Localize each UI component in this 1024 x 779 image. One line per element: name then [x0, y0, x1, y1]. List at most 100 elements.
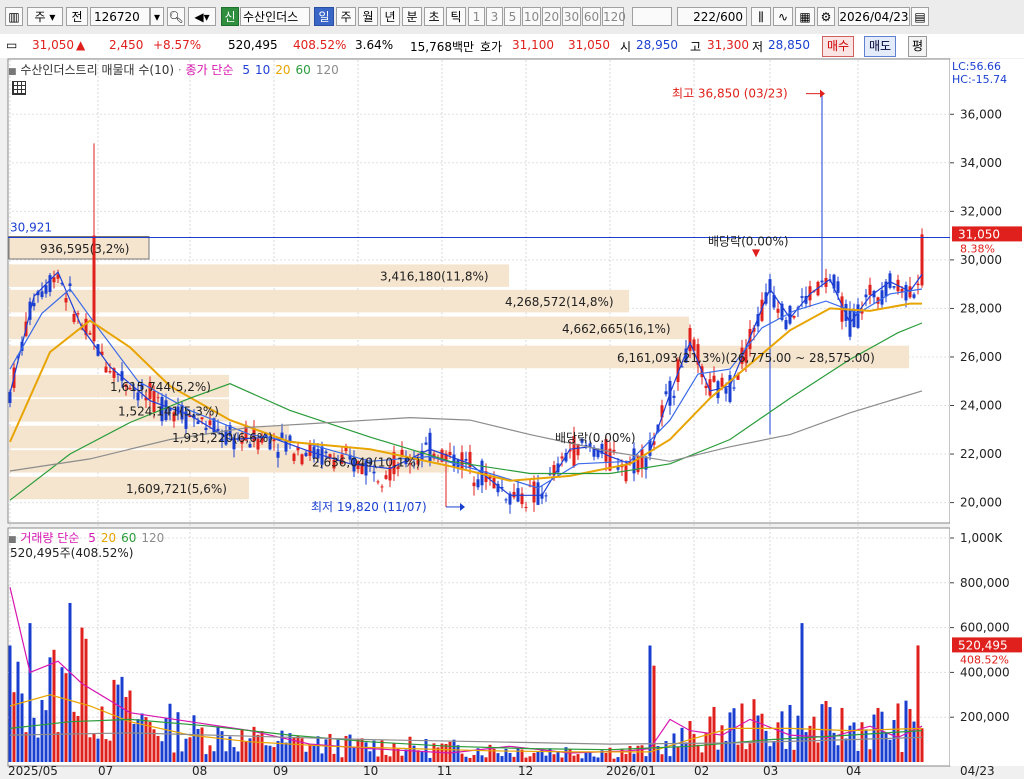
volume-bar	[36, 737, 40, 762]
stock-name[interactable]: 수산인더스	[240, 7, 310, 26]
grid-toggle-icon[interactable]	[12, 81, 26, 95]
minute-4[interactable]: 20	[542, 7, 561, 26]
open-price: 28,950	[636, 38, 678, 52]
candle-body	[308, 444, 312, 456]
type-select-value: 주	[34, 10, 46, 24]
period-6[interactable]: 틱	[446, 7, 466, 26]
volume-bar	[740, 703, 744, 762]
candle-body	[784, 320, 788, 330]
minute-7[interactable]: 120	[602, 7, 626, 26]
volume-bar	[64, 673, 68, 762]
volume-bar	[268, 745, 272, 762]
custom-interval-input[interactable]	[632, 7, 672, 26]
x-axis-label: 03	[763, 764, 778, 778]
volume-bar	[832, 732, 836, 762]
quote-menu-icon[interactable]: ▭	[6, 38, 34, 52]
volume-bar	[484, 757, 488, 762]
period-4[interactable]: 분	[402, 7, 422, 26]
period-0[interactable]: 일	[314, 7, 334, 26]
speaker-icon[interactable]: ◀▾	[188, 7, 216, 26]
candle-body	[448, 451, 452, 456]
period-1[interactable]: 주	[336, 7, 356, 26]
volume-bar	[256, 734, 260, 762]
volume-bar	[260, 731, 264, 762]
chart-layout-icon[interactable]: ▥	[5, 7, 23, 26]
volume-bar	[516, 748, 520, 762]
minute-1[interactable]: 3	[486, 7, 503, 26]
date-input[interactable]: 2026/04/23	[838, 7, 910, 26]
last-volume-text: 520,495	[958, 638, 1008, 652]
volume-profile-label: 4,662,665(16,1%)	[562, 322, 671, 336]
volume-bar	[632, 753, 636, 762]
type-select[interactable]: 주 ▾	[27, 7, 63, 26]
volume-bar	[672, 733, 676, 762]
x-axis-label: 09	[273, 764, 288, 778]
price-tick-label: 22,000	[960, 447, 1002, 461]
stock-chart[interactable]: 36,00034,00032,00030,00028,00026,00024,0…	[0, 58, 1024, 779]
reference-line-label: 30,921	[10, 221, 52, 235]
volume-bar	[280, 730, 284, 762]
avg-button[interactable]: 평	[908, 36, 928, 57]
buy-button[interactable]: 매수	[822, 36, 855, 57]
candle-body	[624, 465, 628, 482]
sell-button[interactable]: 매도	[864, 36, 897, 57]
price-tick-label: 34,000	[960, 156, 1002, 170]
volume-bar	[532, 752, 536, 762]
volume-bar	[744, 749, 748, 762]
count-total: /600	[716, 10, 743, 24]
candle-body	[544, 495, 548, 497]
minute-5[interactable]: 30	[562, 7, 581, 26]
period-2[interactable]: 월	[358, 7, 378, 26]
minute-0[interactable]: 1	[468, 7, 485, 26]
volume-bar	[764, 730, 768, 762]
calendar-icon[interactable]: ▤	[911, 7, 929, 26]
prev-button[interactable]: 전	[66, 7, 88, 26]
volume-bar	[816, 742, 820, 762]
volume-bar	[304, 751, 308, 762]
minute-2[interactable]: 5	[504, 7, 521, 26]
volume-bar	[876, 707, 880, 762]
grid-icon[interactable]: ▦	[795, 7, 815, 26]
new-badge[interactable]: 신	[221, 7, 239, 26]
volume-bar	[372, 740, 376, 762]
candle-body	[380, 486, 384, 488]
candle-body	[892, 286, 896, 288]
volume-bar	[452, 739, 456, 762]
code-dropdown-icon[interactable]: ▾	[150, 7, 164, 26]
volume-ma-legend-2: 60	[121, 531, 137, 545]
volume-tick-label: 1,000K	[960, 531, 1003, 545]
candle-icon[interactable]: ⫼	[751, 7, 771, 26]
count-value: 222	[693, 10, 717, 24]
candle-body	[272, 439, 276, 442]
volume-bar	[852, 722, 856, 762]
period-3[interactable]: 년	[380, 7, 400, 26]
volume-bar	[472, 754, 476, 762]
candle-body	[888, 273, 892, 288]
candle-body	[732, 387, 736, 389]
search-icon[interactable]: 🔍︎	[167, 7, 185, 26]
gear-icon[interactable]: ⚙	[817, 7, 835, 26]
volume-legend-title: 거래량 단순	[20, 531, 80, 545]
volume-bar	[388, 756, 392, 762]
candle-body	[156, 397, 160, 399]
volume-bar	[596, 757, 600, 762]
volume-bar	[748, 743, 752, 762]
period-5[interactable]: 초	[424, 7, 444, 26]
code-input[interactable]: 126720	[90, 7, 150, 26]
candle-body	[664, 391, 668, 395]
ma-legend-1: 10	[254, 63, 271, 77]
minute-3[interactable]: 10	[522, 7, 541, 26]
volume-bar	[888, 739, 892, 762]
volume-bar	[424, 739, 428, 762]
ma-legend-values: 5 10 20 60 120	[237, 63, 338, 77]
candle-body	[532, 481, 536, 503]
volume-bar	[188, 737, 192, 762]
volume-bar	[844, 738, 848, 762]
minute-6[interactable]: 60	[582, 7, 601, 26]
candle-body	[904, 284, 908, 301]
dividend-annotation-2: 배당락(0.00%)	[555, 431, 636, 445]
volume-tick-label: 800,000	[960, 576, 1010, 590]
line-chart-icon[interactable]: ∿	[773, 7, 793, 26]
high-price: 31,300	[707, 38, 749, 52]
count-display[interactable]: 222/600	[677, 7, 747, 26]
